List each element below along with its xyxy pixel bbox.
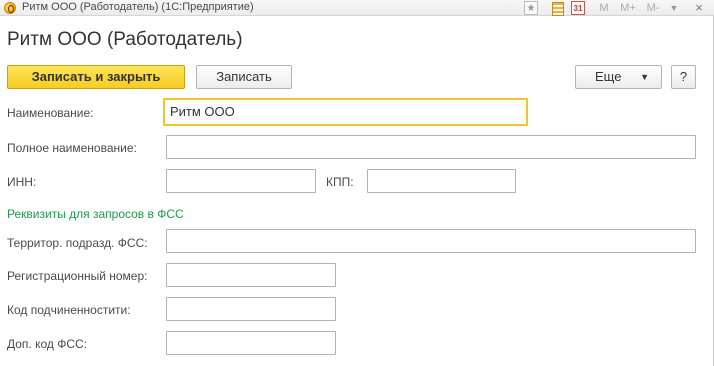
kpp-input[interactable] (367, 169, 516, 193)
extra-fss-code-input[interactable] (166, 331, 336, 355)
inn-label: ИНН: (7, 175, 37, 189)
help-button[interactable]: ? (671, 65, 696, 89)
title-bar: Ритм ООО (Работодатель) (1С:Предприятие)… (0, 0, 714, 16)
memory-plus-button[interactable]: M+ (617, 1, 639, 15)
close-icon[interactable]: × (692, 1, 706, 15)
kpp-label: КПП: (326, 175, 354, 189)
reg-number-label: Регистрационный номер: (7, 269, 148, 283)
subordination-code-label: Код подчиненностити: (7, 303, 131, 317)
fss-section-title: Реквизиты для запросов в ФСС (7, 207, 184, 221)
fss-subdivision-label: Территор. подразд. ФСС: (7, 236, 148, 250)
memory-minus-button[interactable]: M- (642, 1, 664, 15)
memory-button[interactable]: M (597, 1, 611, 15)
page-title: Ритм ООО (Работодатель) (7, 29, 243, 50)
chevron-down-icon: ▼ (640, 72, 649, 82)
star-icon[interactable]: ★ (524, 1, 538, 15)
more-button[interactable]: Еще ▼ (575, 65, 662, 89)
save-button[interactable]: Записать (196, 65, 292, 89)
name-label: Наименование: (7, 106, 94, 120)
full-name-input[interactable] (166, 135, 696, 159)
inn-input[interactable] (166, 169, 316, 193)
app-logo-icon (4, 2, 16, 14)
reg-number-input[interactable] (166, 263, 336, 287)
calculator-icon[interactable] (550, 1, 564, 16)
window-title: Ритм ООО (Работодатель) (1С:Предприятие) (22, 1, 254, 13)
calendar-icon[interactable]: 31 (571, 1, 585, 15)
form-window: Ритм ООО (Работодатель) (1С:Предприятие)… (0, 0, 714, 366)
subordination-code-input[interactable] (166, 297, 336, 321)
name-input[interactable]: Ритм ООО (163, 98, 528, 126)
window-menu-icon[interactable]: ▼ (667, 1, 681, 15)
save-and-close-button[interactable]: Записать и закрыть (7, 65, 185, 89)
full-name-label: Полное наименование: (7, 141, 137, 155)
extra-fss-code-label: Доп. код ФСС: (7, 337, 88, 351)
fss-subdivision-input[interactable] (166, 229, 696, 253)
more-button-label: Еще (595, 69, 622, 84)
